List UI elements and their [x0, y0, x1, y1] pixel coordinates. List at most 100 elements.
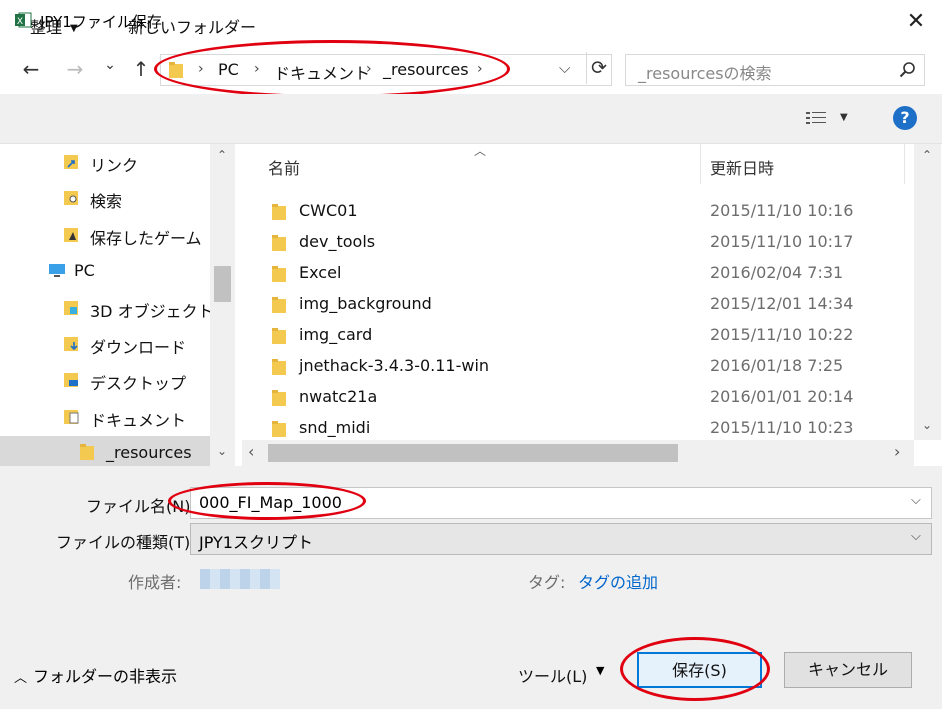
scroll-left-icon: ‹: [248, 442, 255, 461]
chevron-up-icon: ︿: [14, 671, 28, 686]
sidebar-item-_resources[interactable]: _resources: [0, 436, 210, 466]
file-row[interactable]: img_background 2015/12/01 14:34: [242, 289, 902, 320]
desktop-icon: [64, 373, 78, 388]
3d-objects-icon: [64, 300, 78, 315]
folder-icon: [272, 421, 286, 437]
link-folder-icon: [64, 155, 78, 169]
scroll-right-icon: ›: [894, 442, 901, 461]
filetype-label: ファイルの種類(T):: [56, 533, 196, 552]
column-divider: [904, 144, 905, 184]
dropdown-chevron-icon[interactable]: ⌵: [911, 493, 921, 508]
sidebar-item-ダウンロード[interactable]: ダウンロード: [0, 327, 210, 361]
toolbar: [0, 94, 942, 144]
sidebar-item-label: _resources: [106, 443, 192, 463]
filetype-select[interactable]: JPY1スクリプト ⌵: [190, 523, 932, 555]
folder-icon: [272, 235, 286, 251]
file-row[interactable]: Excel 2016/02/04 7:31: [242, 258, 902, 289]
address-dropdown-icon[interactable]: ⌵: [559, 59, 570, 77]
scroll-up-icon: ⌃: [217, 148, 228, 162]
file-modified-date: 2016/02/04 7:31: [710, 263, 844, 282]
file-list: ︿ 名前 更新日時 CWC01 2015/11/10 10:16 dev_tools…: [242, 144, 914, 440]
tools-button[interactable]: ツール(L): [518, 663, 587, 687]
file-list-vertical-scrollbar[interactable]: ⌃ ⌄: [914, 144, 941, 440]
close-button[interactable]: ✕: [896, 6, 936, 38]
file-name: Excel: [299, 263, 342, 282]
file-name: dev_tools: [299, 232, 376, 251]
sidebar-item-label: 3D オブジェクト: [90, 301, 210, 321]
file-row[interactable]: img_card 2015/11/10 10:22: [242, 320, 902, 351]
folder-icon: [272, 359, 286, 375]
author-label: 作成者:: [128, 573, 182, 592]
search-input[interactable]: _resourcesの検索: [625, 54, 925, 86]
sidebar-item-検索[interactable]: 検索: [0, 181, 210, 215]
column-header-modified[interactable]: 更新日時: [710, 155, 774, 179]
file-modified-date: 2015/11/10 10:17: [710, 232, 854, 251]
column-divider: [700, 144, 701, 184]
highlight-ellipse: [620, 637, 770, 701]
file-rows: CWC01 2015/11/10 10:16 dev_tools 2015/11/10…: [242, 196, 902, 440]
folder-icon: [272, 390, 286, 406]
view-dropdown-icon[interactable]: ▼: [840, 112, 848, 123]
sidebar-item-PC[interactable]: PC: [0, 254, 210, 288]
pc-icon: [49, 264, 65, 278]
sidebar-item-保存したゲーム[interactable]: 保存したゲーム: [0, 218, 210, 252]
search-folder-icon: [64, 191, 78, 206]
folder-icon: [80, 444, 94, 461]
refresh-button[interactable]: ⟳: [586, 52, 611, 84]
organize-button[interactable]: 整理 ▼: [30, 14, 78, 38]
file-name: snd_midi: [299, 418, 371, 437]
new-folder-button[interactable]: 新しいフォルダー: [128, 14, 256, 38]
file-name: img_card: [299, 325, 373, 344]
file-modified-date: 2015/12/01 14:34: [710, 294, 854, 313]
file-modified-date: 2015/11/10 10:22: [710, 325, 854, 344]
sidebar-item-3D-オブジェクト[interactable]: 3D オブジェクト: [0, 291, 210, 325]
file-row[interactable]: dev_tools 2015/11/10 10:17: [242, 227, 902, 258]
nav-scrollbar[interactable]: ⌃ ⌄: [210, 144, 235, 466]
view-options-icon[interactable]: [806, 110, 828, 128]
file-modified-date: 2015/11/10 10:16: [710, 201, 854, 220]
downloads-icon: [64, 337, 78, 351]
sidebar-item-label: ドキュメント: [90, 410, 187, 430]
file-name: jnethack-3.4.3-0.11-win: [299, 356, 490, 375]
column-header-name[interactable]: 名前: [268, 155, 300, 179]
file-row[interactable]: jnethack-3.4.3-0.11-win 2016/01/18 7:25: [242, 351, 902, 382]
sidebar-item-label: 保存したゲーム: [90, 228, 202, 248]
filetype-value: JPY1スクリプト: [199, 533, 313, 552]
file-row[interactable]: snd_midi 2015/11/10 10:23: [242, 413, 902, 440]
sidebar-item-label: ダウンロード: [90, 338, 187, 357]
file-modified-date: 2016/01/01 20:14: [710, 387, 854, 406]
saved-games-icon: [64, 227, 78, 242]
file-name: nwatc21a: [299, 387, 378, 406]
forward-button[interactable]: →: [60, 44, 90, 94]
back-button[interactable]: ←: [16, 44, 46, 94]
dropdown-chevron-icon[interactable]: ⌵: [911, 529, 921, 544]
folder-icon: [272, 204, 286, 220]
sidebar-item-デスクトップ[interactable]: デスクトップ: [0, 363, 210, 397]
cancel-button[interactable]: キャンセル: [784, 652, 912, 688]
file-name: CWC01: [299, 201, 358, 220]
file-row[interactable]: nwatc21a 2016/01/01 20:14: [242, 382, 902, 413]
h-scroll-thumb[interactable]: [268, 444, 678, 462]
sidebar-item-ドキュメント[interactable]: ドキュメント: [0, 400, 210, 434]
help-icon[interactable]: ?: [893, 106, 917, 130]
sidebar-item-リンク[interactable]: リンク: [0, 145, 210, 179]
file-list-horizontal-scrollbar[interactable]: ‹ ›: [242, 440, 914, 466]
tags-label: タグ:: [528, 573, 566, 592]
folder-icon: [272, 297, 286, 313]
svg-text:X: X: [17, 17, 23, 27]
up-button[interactable]: ↑: [128, 44, 154, 94]
add-tag-link[interactable]: タグの追加: [578, 569, 658, 593]
sidebar-item-label: デスクトップ: [90, 374, 187, 394]
recent-locations-button[interactable]: ⌄: [98, 40, 122, 90]
sidebar-item-label: PC: [74, 261, 95, 281]
navigation-list: リンク 検索保存したゲーム PC 3D オブジェクト ダウンロード デスクトップ ドキュメン…: [0, 144, 210, 466]
scroll-down-icon: ⌄: [922, 418, 933, 432]
nav-scroll-thumb[interactable]: [214, 266, 231, 302]
tools-dropdown-icon[interactable]: ▼: [596, 664, 604, 677]
file-name: img_background: [299, 294, 432, 313]
search-icon[interactable]: [899, 61, 916, 78]
author-value-blurred[interactable]: [200, 569, 280, 589]
file-row[interactable]: CWC01 2015/11/10 10:16: [242, 196, 902, 227]
hide-folders-button[interactable]: ︿ フォルダーの非表示: [14, 663, 177, 687]
file-modified-date: 2016/01/18 7:25: [710, 356, 844, 375]
